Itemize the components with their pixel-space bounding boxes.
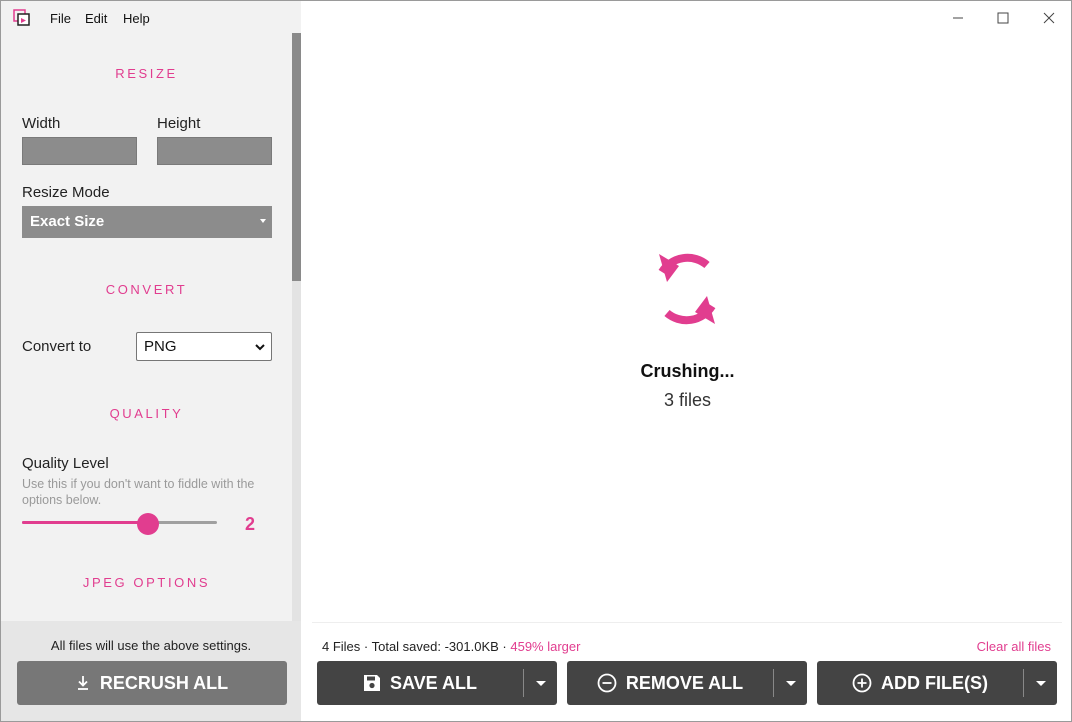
width-label: Width bbox=[22, 115, 61, 132]
remove-all-dropdown[interactable] bbox=[774, 661, 807, 705]
jpeg-section-title: JPEG OPTIONS bbox=[82, 575, 211, 590]
status-title: Crushing... bbox=[640, 361, 735, 381]
floppy-disk-icon bbox=[363, 675, 380, 691]
recrush-all-button[interactable]: RECRUSH ALL bbox=[17, 661, 287, 705]
add-files-split-button: ADD FILE(S) bbox=[817, 661, 1057, 705]
convert-format-select[interactable]: PNG bbox=[136, 332, 272, 361]
quality-slider-value: 2 bbox=[245, 514, 256, 534]
height-label: Height bbox=[157, 115, 201, 132]
minimize-icon bbox=[953, 17, 963, 19]
remove-all-split-button: REMOVE ALL bbox=[567, 661, 807, 705]
settings-sidebar: File Edit Help RESIZE Width Height Resiz… bbox=[1, 1, 301, 721]
save-all-label: SAVE ALL bbox=[389, 672, 477, 693]
height-input[interactable] bbox=[157, 137, 272, 165]
convert-format-value: PNG bbox=[144, 338, 177, 355]
app-window: File Edit Help RESIZE Width Height Resiz… bbox=[0, 0, 1072, 722]
status-file-count: 3 files bbox=[663, 390, 712, 410]
clear-all-files-link[interactable]: Clear all files bbox=[977, 639, 1051, 654]
resize-mode-label: Resize Mode bbox=[22, 184, 110, 201]
settings-note: All files will use the above settings. bbox=[50, 638, 252, 653]
menu-bar: File Edit Help bbox=[1, 1, 301, 35]
convert-to-label: Convert to bbox=[22, 338, 92, 355]
save-all-dropdown[interactable] bbox=[524, 661, 557, 705]
bottom-divider bbox=[312, 622, 1062, 623]
convert-section-title: CONVERT bbox=[105, 282, 188, 297]
caret-down-icon bbox=[1035, 680, 1046, 686]
app-logo-icon bbox=[13, 9, 30, 26]
save-all-button[interactable]: SAVE ALL bbox=[317, 661, 523, 705]
resize-mode-value: Exact Size bbox=[30, 213, 105, 230]
quality-level-label: Quality Level bbox=[22, 455, 109, 472]
quality-slider-thumb[interactable] bbox=[137, 513, 159, 535]
plus-circle-icon bbox=[852, 673, 872, 693]
caret-down-icon bbox=[535, 680, 546, 686]
quality-slider-fill bbox=[22, 521, 148, 524]
add-files-dropdown[interactable] bbox=[1024, 661, 1057, 705]
remove-all-button[interactable]: REMOVE ALL bbox=[567, 661, 773, 705]
save-all-split-button: SAVE ALL bbox=[317, 661, 557, 705]
add-files-label: ADD FILE(S) bbox=[881, 672, 988, 693]
sidebar-scrollbar-thumb[interactable] bbox=[292, 33, 301, 281]
recrush-all-label: RECRUSH ALL bbox=[99, 672, 229, 693]
minus-circle-icon bbox=[597, 673, 617, 693]
quality-section-title: QUALITY bbox=[109, 406, 184, 421]
download-icon bbox=[77, 676, 88, 690]
refresh-spinner-icon bbox=[658, 253, 716, 325]
close-button[interactable] bbox=[1038, 7, 1060, 29]
maximize-icon bbox=[997, 12, 1009, 24]
summary-stats-text: 4 Files · Total saved: -301.0KB · bbox=[322, 639, 511, 654]
remove-all-label: REMOVE ALL bbox=[625, 672, 744, 693]
menu-file[interactable]: File bbox=[50, 11, 71, 26]
maximize-button[interactable] bbox=[992, 7, 1014, 29]
summary-stats: 4 Files · Total saved: -301.0KB · 459% l… bbox=[322, 639, 580, 654]
resize-mode-select[interactable]: Exact Size bbox=[22, 206, 272, 238]
resize-section-title: RESIZE bbox=[115, 66, 178, 81]
width-input[interactable] bbox=[22, 137, 137, 165]
chevron-down-icon bbox=[255, 344, 265, 351]
size-change-highlight: 459% larger bbox=[510, 639, 581, 654]
close-icon bbox=[1043, 12, 1055, 24]
menu-help[interactable]: Help bbox=[123, 11, 150, 26]
menu-edit[interactable]: Edit bbox=[85, 11, 107, 26]
caret-down-icon bbox=[260, 219, 266, 223]
caret-down-icon bbox=[785, 680, 796, 686]
add-files-button[interactable]: ADD FILE(S) bbox=[817, 661, 1023, 705]
minimize-button[interactable] bbox=[947, 7, 969, 29]
quality-help-text: Use this if you don't want to fiddle wit… bbox=[22, 477, 255, 507]
